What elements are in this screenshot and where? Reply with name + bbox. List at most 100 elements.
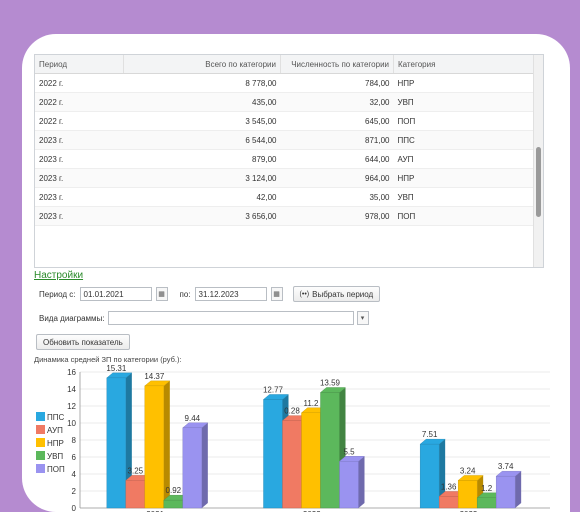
data-label: 5.5 (343, 447, 355, 456)
bar-chart: 0 2 4 6 8 10 12 14 16 ППС АУП НПР УВП ПОП 15.31 3.25 14.… (36, 364, 550, 512)
report-panel: Период Всего по категории Численность по… (34, 46, 560, 512)
table-cell: 871,00 (280, 130, 394, 150)
table-cell: 2022 г. (35, 92, 124, 112)
table-cell: АУП (393, 149, 543, 169)
legend-swatch (36, 464, 45, 473)
bar-side (358, 456, 365, 508)
table-row[interactable]: 2023 г. 42,00 35,00 УВП (35, 187, 543, 207)
table-cell: 435,00 (123, 92, 281, 112)
table-cell: 3 656,00 (123, 206, 281, 226)
table-row[interactable]: 2023 г. 6 544,00 871,00 ППС (35, 130, 543, 150)
bar (495, 476, 516, 509)
table-cell: НПР (393, 73, 543, 93)
table-cell: ПОП (393, 206, 543, 226)
table-cell: 784,00 (280, 73, 394, 93)
calendar-icon[interactable]: ▦ (155, 287, 168, 301)
bar (282, 420, 302, 509)
legend-label: ПОП (47, 465, 65, 474)
table-row[interactable]: 2023 г. 879,00 644,00 АУП (35, 149, 543, 169)
table-cell: 8 778,00 (123, 73, 281, 93)
y-tick-label: 6 (72, 453, 77, 462)
table-cell: 32,00 (280, 92, 394, 112)
bar (144, 385, 165, 509)
diagram-type-select[interactable] (107, 311, 354, 325)
data-table: Период Всего по категории Численность по… (35, 55, 543, 226)
diagram-type-label: Вида диаграммы: (39, 313, 105, 323)
period-from-field[interactable]: 01.01.2021 (79, 287, 152, 301)
table-cell: 6 544,00 (123, 130, 281, 150)
legend-label: ППС (47, 413, 65, 422)
table-cell: 964,00 (280, 168, 394, 188)
bar (339, 461, 359, 509)
period-to-label: по: (179, 289, 191, 299)
bar (438, 496, 459, 509)
table-cell: УВП (393, 187, 543, 207)
table-cell: 879,00 (123, 149, 281, 169)
bar-side (201, 422, 208, 508)
data-label: 15.31 (106, 364, 127, 373)
column-header-total[interactable]: Всего по категории (123, 55, 281, 74)
settings-link[interactable]: Настройки (34, 270, 83, 281)
data-label: 0.28 (284, 407, 300, 416)
table-row[interactable]: 2022 г. 3 545,00 645,00 ПОП (35, 111, 543, 131)
choose-period-label: Выбрать период (312, 289, 374, 299)
y-tick-label: 16 (67, 368, 76, 377)
table-cell: 2023 г. (35, 130, 124, 150)
bar-side (515, 471, 522, 508)
refresh-button[interactable]: Обновить показатель (36, 334, 130, 350)
table-header-row: Период Всего по категории Численность по… (35, 55, 543, 74)
table-cell: 42,00 (123, 187, 281, 207)
table-row[interactable]: 2023 г. 3 656,00 978,00 ПОП (35, 206, 543, 226)
chevron-down-icon[interactable]: ▾ (356, 311, 369, 325)
frame-border: Период Всего по категории Численность по… (0, 0, 580, 512)
vertical-scrollbar[interactable] (533, 55, 543, 267)
table-row[interactable]: 2023 г. 3 124,00 964,00 НПР (35, 168, 543, 188)
legend-swatch (36, 438, 45, 447)
column-header-category[interactable]: Категория (393, 55, 543, 74)
y-tick-label: 8 (72, 436, 77, 445)
table-row[interactable]: 2022 г. 435,00 32,00 УВП (35, 92, 543, 112)
period-row: Период с: 01.01.2021 ▦ по: 31.12.2023 ▦ … (39, 286, 381, 302)
bar (182, 427, 203, 509)
y-tick-label: 12 (67, 402, 76, 411)
period-select-icon: (••) (299, 290, 310, 298)
legend-swatch (36, 451, 45, 460)
table-row[interactable]: 2022 г. 8 778,00 784,00 НПР (35, 73, 543, 93)
y-tick-label: 4 (72, 470, 77, 479)
data-label: 14.37 (144, 372, 165, 381)
bar (163, 499, 184, 509)
data-grid[interactable]: Период Всего по категории Численность по… (34, 54, 544, 268)
period-to-field[interactable]: 31.12.2023 (194, 287, 267, 301)
data-label: 9.44 (185, 414, 201, 423)
bar (125, 480, 146, 509)
column-header-count[interactable]: Численность по категории (280, 55, 394, 74)
refresh-row: Обновить показатель (36, 334, 130, 350)
bar (457, 480, 478, 509)
table-cell: 644,00 (280, 149, 394, 169)
table-cell: 645,00 (280, 111, 394, 131)
table-cell: 2022 г. (35, 73, 124, 93)
period-from-label: Период с: (39, 289, 76, 299)
chart-area: 0 2 4 6 8 10 12 14 16 ППС АУП НПР УВП ПОП 15.31 3.25 14.… (34, 364, 560, 512)
chart-caption: Динамика средней ЗП по категории (руб.): (34, 355, 182, 364)
bar (476, 497, 497, 509)
bar (106, 377, 127, 509)
scrollbar-thumb[interactable] (536, 147, 541, 217)
y-tick-label: 2 (72, 487, 77, 496)
data-label: 3.24 (460, 466, 476, 475)
diagram-type-row: Вида диаграммы: ▾ (39, 311, 369, 325)
data-label: 0.92 (166, 486, 182, 495)
table-cell: ПОП (393, 111, 543, 131)
table-cell: 978,00 (280, 206, 394, 226)
choose-period-button[interactable]: (••) Выбрать период (292, 286, 381, 302)
legend-swatch (36, 412, 45, 421)
data-label: 12.77 (263, 385, 284, 394)
table-cell: НПР (393, 168, 543, 188)
calendar-icon[interactable]: ▦ (270, 287, 283, 301)
data-label: 13.59 (320, 378, 341, 387)
table-cell: 3 545,00 (123, 111, 281, 131)
table-cell: УВП (393, 92, 543, 112)
table-cell: 2023 г. (35, 149, 124, 169)
column-header-period[interactable]: Период (35, 55, 124, 74)
y-tick-label: 14 (67, 385, 76, 394)
